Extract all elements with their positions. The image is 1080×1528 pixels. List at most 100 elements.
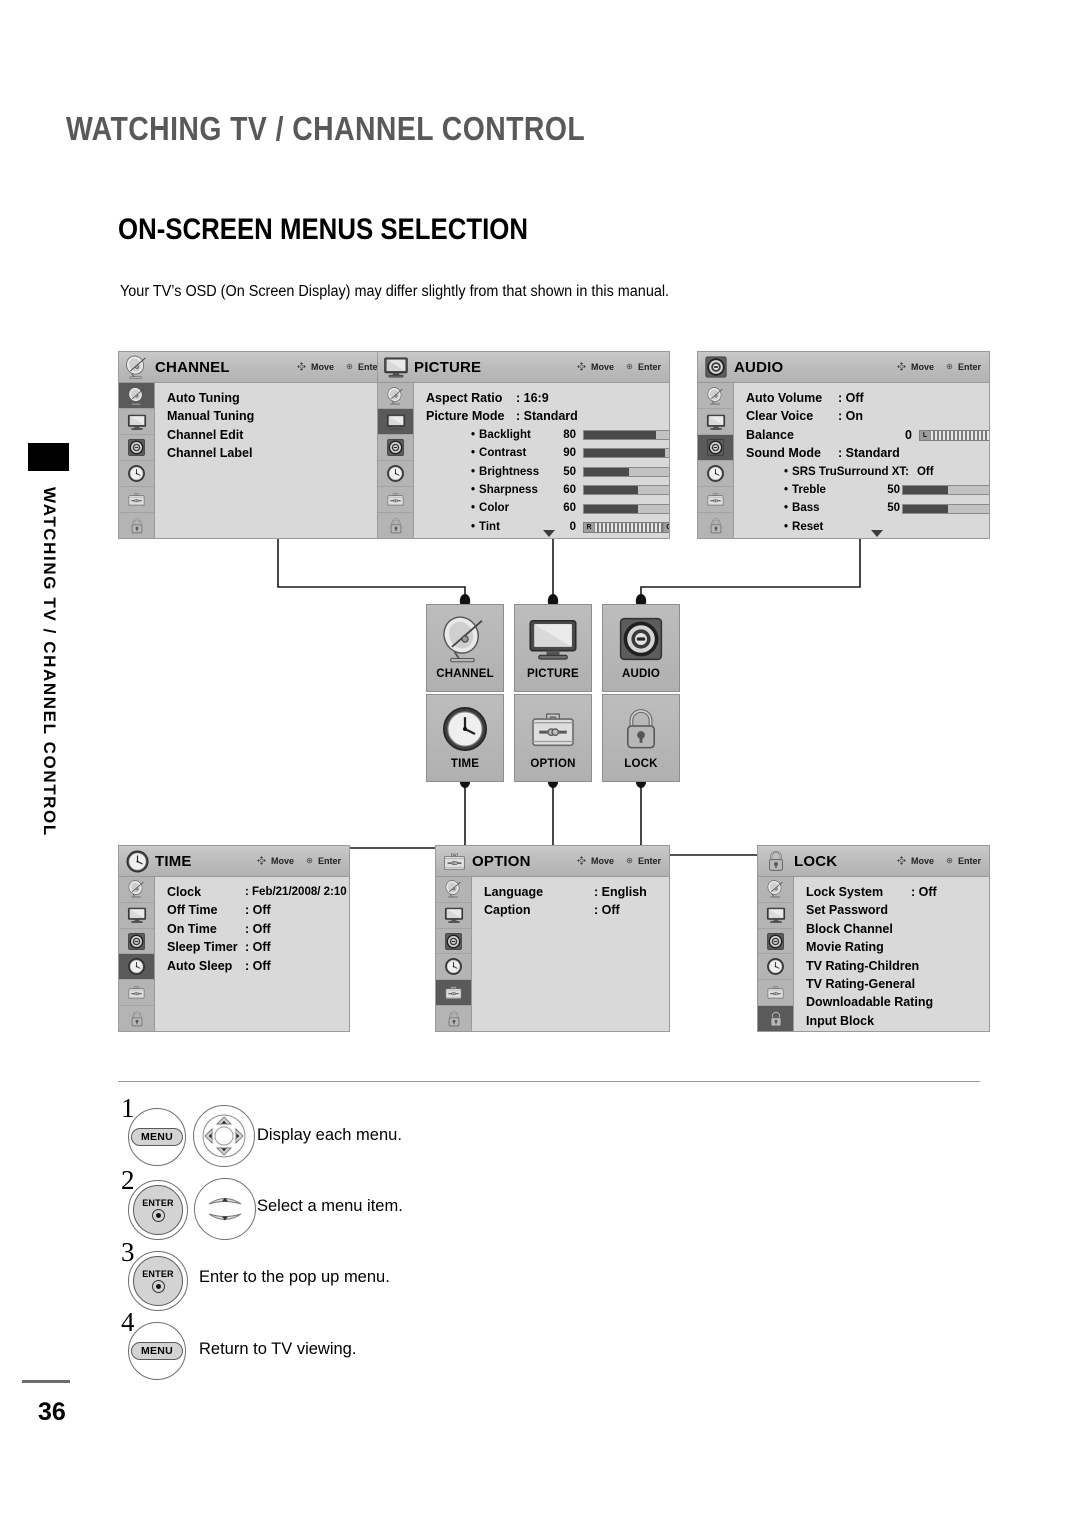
menu-item[interactable]: Clock : Feb/21/2008/ 2:10 AM xyxy=(167,883,349,901)
tile-time[interactable]: TIME xyxy=(426,694,504,782)
menu-item[interactable]: Language : English xyxy=(484,883,661,901)
menu-item[interactable]: Lock System : Off xyxy=(806,883,981,901)
rail-item-option[interactable] xyxy=(698,487,733,513)
rail-item-audio[interactable] xyxy=(119,928,154,955)
menu-item[interactable]: Input Block xyxy=(806,1012,981,1030)
rail-item-audio[interactable] xyxy=(119,435,154,461)
menu-button-4[interactable]: MENU xyxy=(128,1322,186,1380)
osd-panel-audio[interactable]: AUDIO Move Enter Auto Volume : Off Clear… xyxy=(697,351,990,539)
rail-item-time[interactable] xyxy=(119,954,154,981)
rail-item-lock[interactable] xyxy=(436,1006,471,1031)
menu-item[interactable]: On Time : Off xyxy=(167,920,349,938)
osd-rail-channel[interactable] xyxy=(119,383,155,538)
osd-panel-time[interactable]: TIME Move Enter Clock : Feb/21/2008/ 2:1… xyxy=(118,845,350,1032)
menu-item[interactable]: Block Channel xyxy=(806,920,981,938)
slider-row[interactable]: • Sharpness 60 xyxy=(426,481,669,499)
rail-item-audio[interactable] xyxy=(378,435,413,461)
rail-item-option[interactable] xyxy=(436,980,471,1007)
updown-button-2[interactable] xyxy=(194,1178,256,1240)
menu-item[interactable]: Clear Voice : On xyxy=(746,407,989,425)
menu-item[interactable]: Sound Mode : Standard xyxy=(746,444,989,462)
rail-item-lock[interactable] xyxy=(698,513,733,538)
menu-item[interactable]: Manual Tuning xyxy=(167,407,381,425)
menu-item[interactable]: Movie Rating xyxy=(806,938,981,956)
slider-bar[interactable] xyxy=(583,448,669,459)
rail-item-audio[interactable] xyxy=(436,928,471,955)
rail-item-channel[interactable] xyxy=(698,383,733,409)
menu-item[interactable]: Auto Sleep : Off xyxy=(167,957,349,975)
rail-item-lock[interactable] xyxy=(119,1006,154,1031)
rail-item-picture[interactable] xyxy=(119,409,154,435)
tint-bar[interactable]: R G xyxy=(583,521,669,533)
rail-item-time[interactable] xyxy=(378,461,413,487)
scroll-down-icon[interactable] xyxy=(542,530,555,537)
sub-item[interactable]: • Reset xyxy=(746,518,989,536)
sub-item[interactable]: • SRS TruSurround XT: Off xyxy=(746,463,989,481)
menu-item[interactable]: Off Time : Off xyxy=(167,901,349,919)
balance-bar[interactable]: L R xyxy=(919,429,989,441)
osd-panel-channel[interactable]: CHANNEL Move Enter Auto Tuning Manual Tu… xyxy=(118,351,390,539)
rail-item-time[interactable] xyxy=(698,461,733,487)
rail-item-picture[interactable] xyxy=(436,902,471,929)
rail-item-lock[interactable] xyxy=(378,513,413,538)
slider-bar[interactable] xyxy=(583,485,669,496)
menu-item[interactable]: TV Rating-Children xyxy=(806,957,981,975)
menu-item[interactable]: Caption : Off xyxy=(484,901,661,919)
menu-item[interactable]: Downloadable Rating xyxy=(806,993,981,1011)
slider-row[interactable]: • Backlight 80 xyxy=(426,426,669,444)
tile-option[interactable]: OPTION xyxy=(514,694,592,782)
rail-item-option[interactable] xyxy=(378,487,413,513)
menu-item[interactable]: Aspect Ratio : 16:9 xyxy=(426,389,669,407)
rail-item-time[interactable] xyxy=(758,954,793,981)
osd-panel-lock[interactable]: LOCK Move Enter Lock System : Off Set Pa… xyxy=(757,845,990,1032)
rail-item-option[interactable] xyxy=(119,980,154,1007)
osd-panel-picture[interactable]: PICTURE Move Enter Aspect Ratio : 16:9 P… xyxy=(377,351,670,539)
rail-item-picture[interactable] xyxy=(119,902,154,929)
rail-item-time[interactable] xyxy=(436,954,471,981)
menu-item[interactable]: Auto Tuning xyxy=(167,389,381,407)
menu-item[interactable]: Auto Volume : Off xyxy=(746,389,989,407)
menu-button-1[interactable]: MENU xyxy=(128,1108,186,1166)
tile-audio[interactable]: AUDIO xyxy=(602,604,680,692)
rail-item-audio[interactable] xyxy=(758,928,793,955)
slider-bar[interactable] xyxy=(902,485,989,496)
osd-rail-lock[interactable] xyxy=(758,877,794,1031)
rail-item-channel[interactable] xyxy=(119,383,154,409)
slider-row[interactable]: • Contrast 90 xyxy=(426,444,669,462)
rail-item-channel[interactable] xyxy=(378,383,413,409)
balance-row[interactable]: Balance 0 L R xyxy=(746,426,989,444)
menu-item[interactable]: Sleep Timer : Off xyxy=(167,938,349,956)
enter-button-2[interactable]: ENTER xyxy=(128,1180,188,1240)
osd-rail-option[interactable] xyxy=(436,877,472,1031)
slider-bar[interactable] xyxy=(583,466,669,477)
tile-channel[interactable]: CHANNEL xyxy=(426,604,504,692)
rail-item-time[interactable] xyxy=(119,461,154,487)
menu-item[interactable]: TV Rating-General xyxy=(806,975,981,993)
rail-item-option[interactable] xyxy=(758,980,793,1007)
rail-item-lock[interactable] xyxy=(758,1006,793,1031)
rail-item-channel[interactable] xyxy=(436,877,471,903)
rail-item-channel[interactable] xyxy=(119,877,154,903)
rail-item-audio[interactable] xyxy=(698,435,733,461)
tile-lock[interactable]: LOCK xyxy=(602,694,680,782)
rail-item-picture[interactable] xyxy=(378,409,413,435)
rail-item-option[interactable] xyxy=(119,487,154,513)
menu-item[interactable]: Channel Edit xyxy=(167,426,381,444)
osd-rail-time[interactable] xyxy=(119,877,155,1031)
rail-item-lock[interactable] xyxy=(119,513,154,538)
tile-picture[interactable]: PICTURE xyxy=(514,604,592,692)
enter-button-3[interactable]: ENTER xyxy=(128,1251,188,1311)
slider-row[interactable]: • Brightness 50 xyxy=(426,463,669,481)
scroll-down-icon[interactable] xyxy=(870,530,883,537)
slider-row[interactable]: • Color 60 xyxy=(426,499,669,517)
slider-bar[interactable] xyxy=(583,430,669,441)
rail-item-channel[interactable] xyxy=(758,877,793,903)
slider-bar[interactable] xyxy=(583,503,669,514)
osd-rail-picture[interactable] xyxy=(378,383,414,538)
slider-row[interactable]: • Bass 50 xyxy=(746,499,989,517)
menu-item[interactable]: Channel Label xyxy=(167,444,381,462)
rail-item-picture[interactable] xyxy=(698,409,733,435)
menu-item[interactable]: Set Password xyxy=(806,901,981,919)
osd-rail-audio[interactable] xyxy=(698,383,734,538)
slider-row[interactable]: • Treble 50 xyxy=(746,481,989,499)
